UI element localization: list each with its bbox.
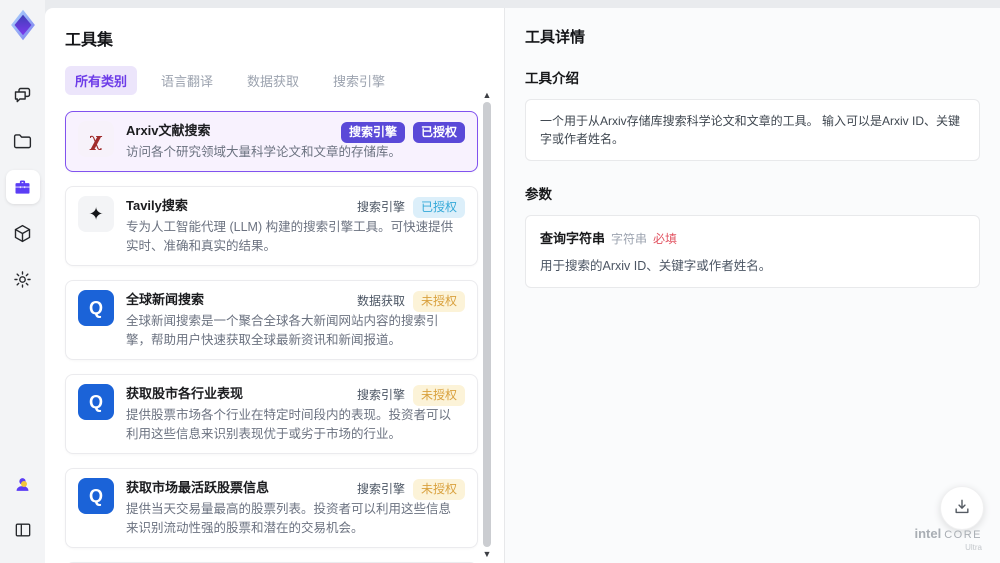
layout-panel-icon (13, 520, 33, 540)
sidebar-item-cube[interactable] (6, 216, 40, 250)
sidebar (0, 0, 45, 563)
intro-heading: 工具介绍 (525, 71, 579, 86)
tool-list-panel: 工具集 所有类别 语言翻译 数据获取 搜索引擎 χ Arxiv文献搜索 访问各个研究领… (45, 8, 504, 563)
tool-badges: 搜索引擎 未授权 (357, 479, 465, 500)
page-title: 工具集 (65, 32, 114, 49)
sidebar-item-toolbox[interactable] (5, 170, 40, 204)
tool-intro-box: 一个用于从Arxiv存储库搜索科学论文和文章的工具。 输入可以是Arxiv ID… (525, 99, 980, 161)
tool-card[interactable]: Q 获取股市各行业表现 提供股票市场各个行业在特定时间段内的表现。投资者可以利用… (65, 374, 478, 454)
parameter-required-flag: 必填 (653, 232, 678, 246)
app-logo-icon (6, 8, 40, 42)
tool-card[interactable]: χ Arxiv文献搜索 访问各个研究领域大量科学论文和文章的存储库。 搜索引擎 … (65, 111, 478, 172)
arxiv-icon: χ (78, 121, 114, 157)
auth-status-badge: 未授权 (412, 479, 465, 500)
category-badge: 搜索引擎 (340, 122, 405, 143)
tab-search-engine[interactable]: 搜索引擎 (323, 66, 395, 95)
tool-list: χ Arxiv文献搜索 访问各个研究领域大量科学论文和文章的存储库。 搜索引擎 … (65, 111, 478, 563)
parameter-header: 查询字符串 字符串 必填 (540, 228, 965, 248)
category-badge: 搜索引擎 (356, 388, 405, 402)
folder-icon (12, 131, 33, 152)
tool-card[interactable]: ✦ Tavily搜索 专为人工智能代理 (LLM) 构建的搜索引擎工具。可快速提… (65, 186, 478, 266)
parameter-box: 查询字符串 字符串 必填 用于搜索的Arxiv ID、关键字或作者姓名。 (525, 215, 980, 288)
tool-description: 访问各个研究领域大量科学论文和文章的存储库。 (126, 145, 402, 159)
intel-core-logo: intel CORE Ultra (914, 526, 982, 552)
sidebar-item-folder[interactable] (6, 124, 40, 158)
category-badge: 数据获取 (356, 294, 405, 308)
sidebar-item-settings[interactable] (6, 262, 40, 296)
auth-status-badge: 已授权 (412, 122, 465, 143)
parameter-type: 字符串 (611, 232, 648, 246)
sidebar-item-layout-panel[interactable] (6, 513, 40, 547)
tool-description: 提供股票市场各个行业在特定时间段内的表现。投资者可以利用这些信息来识别表现优于或… (126, 408, 452, 441)
tool-badges: 搜索引擎 已授权 (340, 122, 465, 143)
category-tabs: 所有类别 语言翻译 数据获取 搜索引擎 (65, 66, 504, 95)
tab-data-fetch[interactable]: 数据获取 (237, 66, 309, 95)
blue-search-icon: Q (78, 478, 114, 514)
tool-badges: 搜索引擎 已授权 (357, 197, 465, 218)
tool-card[interactable]: Q 获取市场最活跃股票信息 提供当天交易量最高的股票列表。投资者可以利用这些信息… (65, 468, 478, 548)
tool-badges: 搜索引擎 未授权 (357, 385, 465, 406)
parameter-name: 查询字符串 (540, 231, 606, 246)
parameter-description: 用于搜索的Arxiv ID、关键字或作者姓名。 (540, 259, 772, 273)
scroll-down-icon[interactable]: ▼ (483, 549, 492, 559)
category-badge: 搜索引擎 (356, 482, 405, 496)
blue-search-icon: Q (78, 290, 114, 326)
settings-icon (12, 269, 33, 290)
sidebar-item-chat[interactable] (6, 78, 40, 112)
auth-status-badge: 已授权 (412, 197, 465, 218)
tab-all[interactable]: 所有类别 (65, 66, 138, 95)
auth-status-badge: 未授权 (412, 385, 465, 406)
details-title: 工具详情 (525, 29, 586, 46)
tavily-sparkle-icon: ✦ (78, 196, 114, 232)
sidebar-nav (5, 72, 40, 302)
tool-details-panel: 工具详情 工具介绍 一个用于从Arxiv存储库搜索科学论文和文章的工具。 输入可… (504, 8, 1000, 563)
tool-card[interactable]: Q 全球新闻搜索 全球新闻搜索是一个聚合全球各大新闻网站内容的搜索引擎，帮助用户… (65, 280, 478, 360)
cube-icon (12, 223, 33, 244)
auth-status-badge: 未授权 (412, 291, 465, 312)
tab-translation[interactable]: 语言翻译 (151, 66, 223, 95)
download-icon (952, 497, 972, 520)
sidebar-item-user[interactable] (6, 467, 40, 501)
tool-badges: 数据获取 未授权 (357, 291, 465, 312)
tool-description: 全球新闻搜索是一个聚合全球各大新闻网站内容的搜索引擎，帮助用户快速获取全球最新资… (126, 314, 439, 347)
download-button[interactable] (940, 486, 984, 530)
scroll-up-icon[interactable]: ▲ (483, 90, 492, 100)
toolbox-icon (12, 177, 33, 198)
user-icon (13, 475, 32, 494)
chat-icon (12, 85, 33, 106)
list-scrollbar[interactable]: ▲ ▼ (481, 90, 493, 559)
blue-search-icon: Q (78, 384, 114, 420)
tool-description: 专为人工智能代理 (LLM) 构建的搜索引擎工具。可快速提供实时、准确和真实的结… (126, 220, 454, 253)
sidebar-bottom (6, 461, 40, 553)
params-heading: 参数 (525, 187, 552, 202)
category-badge: 搜索引擎 (356, 200, 405, 214)
tool-description: 提供当天交易量最高的股票列表。投资者可以利用这些信息来识别流动性强的股票和潜在的… (126, 502, 452, 535)
scrollbar-thumb[interactable] (483, 102, 491, 547)
